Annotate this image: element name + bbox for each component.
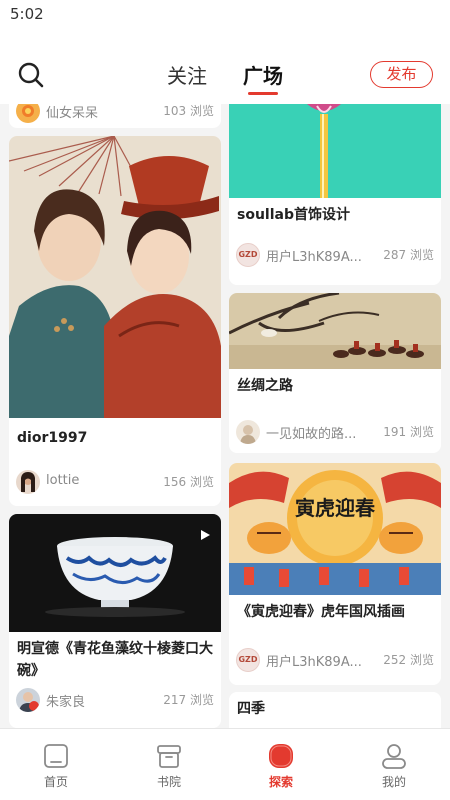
nav-label: 书院 — [156, 775, 181, 789]
explore-icon — [269, 744, 293, 768]
artwork-image — [229, 104, 441, 198]
feed-card[interactable]: dior1997 lottie 156 浏览 — [9, 136, 221, 506]
feed[interactable]: 仙女呆呆 103 浏览 dior1997 lottie 156 浏览 明宣德《青… — [0, 104, 450, 728]
nav-label: 探索 — [268, 775, 293, 789]
card-title[interactable]: dior1997 — [17, 427, 213, 449]
author-name[interactable]: lottie — [46, 473, 79, 488]
profile-icon — [382, 744, 406, 769]
avatar[interactable]: GZD — [236, 243, 260, 267]
search-button[interactable] — [16, 60, 46, 90]
artwork-image — [9, 514, 221, 632]
nav-item-profile[interactable]: 我的 — [354, 729, 434, 800]
feed-card[interactable]: 丝绸之路 一见如故的路... 191 浏览 — [229, 293, 441, 453]
view-count: 287 浏览 — [383, 248, 434, 262]
card-title[interactable]: 明宣德《青花鱼藻纹十棱菱口大碗》 — [17, 638, 213, 682]
card-meta: 仙女呆呆 103 浏览 — [16, 104, 214, 123]
active-tab-indicator — [248, 92, 278, 95]
status-time: 5:02 — [10, 5, 44, 23]
view-count: 191 浏览 — [383, 425, 434, 439]
artwork-image — [9, 136, 221, 418]
bottom-nav: 首页 书院 探索 我的 — [0, 728, 450, 800]
video-play-icon — [201, 530, 210, 540]
artwork-image — [229, 293, 441, 369]
card-meta: 朱家良 217 浏览 — [16, 688, 214, 712]
feed-card[interactable]: soullab首饰设计 GZD 用户L3hK89A... 287 浏览 — [229, 104, 441, 285]
feed-card[interactable]: 四季 — [229, 692, 441, 728]
nav-item-academy[interactable]: 书院 — [129, 729, 209, 800]
avatar[interactable] — [236, 420, 260, 444]
home-icon — [44, 744, 68, 768]
author-name[interactable]: 仙女呆呆 — [46, 104, 98, 121]
view-count: 217 浏览 — [163, 693, 214, 707]
avatar[interactable] — [16, 470, 40, 494]
avatar[interactable] — [16, 688, 40, 712]
avatar[interactable]: GZD — [236, 648, 260, 672]
card-title[interactable]: soullab首饰设计 — [237, 204, 433, 226]
search-icon — [18, 62, 44, 88]
card-title[interactable]: 丝绸之路 — [237, 375, 433, 397]
feed-card[interactable]: 寅虎迎春 《寅虎迎春》虎年国风插画 GZD 用户L3hK89A... 252 浏… — [229, 463, 441, 685]
academy-icon — [157, 745, 181, 768]
tab-follow[interactable]: 关注 — [167, 60, 207, 89]
view-count: 156 浏览 — [163, 475, 214, 489]
author-name[interactable]: 朱家良 — [46, 691, 85, 710]
status-bar: 5:02 — [0, 0, 450, 30]
card-meta: GZD 用户L3hK89A... 252 浏览 — [236, 648, 434, 672]
avatar — [16, 104, 40, 123]
nav-item-home[interactable]: 首页 — [16, 729, 96, 800]
nav-item-explore[interactable]: 探索 — [241, 729, 321, 800]
author-name[interactable]: 用户L3hK89A... — [266, 651, 362, 670]
nav-label: 首页 — [43, 775, 68, 789]
tab-square[interactable]: 广场 — [243, 60, 283, 89]
author-name[interactable]: 一见如故的路... — [266, 423, 356, 442]
card-meta: 一见如故的路... 191 浏览 — [236, 420, 434, 444]
author-name[interactable]: 用户L3hK89A... — [266, 246, 362, 265]
header: 关注 广场 发布 — [0, 30, 450, 104]
card-title[interactable]: 《寅虎迎春》虎年国风插画 — [237, 601, 433, 623]
view-count: 252 浏览 — [383, 653, 434, 667]
feed-card[interactable]: 仙女呆呆 103 浏览 — [9, 104, 221, 128]
publish-button[interactable]: 发布 — [370, 61, 433, 88]
card-meta: lottie 156 浏览 — [16, 470, 214, 494]
view-count: 103 浏览 — [163, 104, 214, 118]
artwork-image: 寅虎迎春 — [229, 463, 441, 595]
feed-card[interactable]: 明宣德《青花鱼藻纹十棱菱口大碗》 朱家良 217 浏览 — [9, 514, 221, 728]
poster-title: 寅虎迎春 — [295, 496, 376, 520]
card-title[interactable]: 四季 — [237, 698, 433, 720]
nav-label: 我的 — [381, 775, 406, 789]
card-meta: GZD 用户L3hK89A... 287 浏览 — [236, 243, 434, 267]
